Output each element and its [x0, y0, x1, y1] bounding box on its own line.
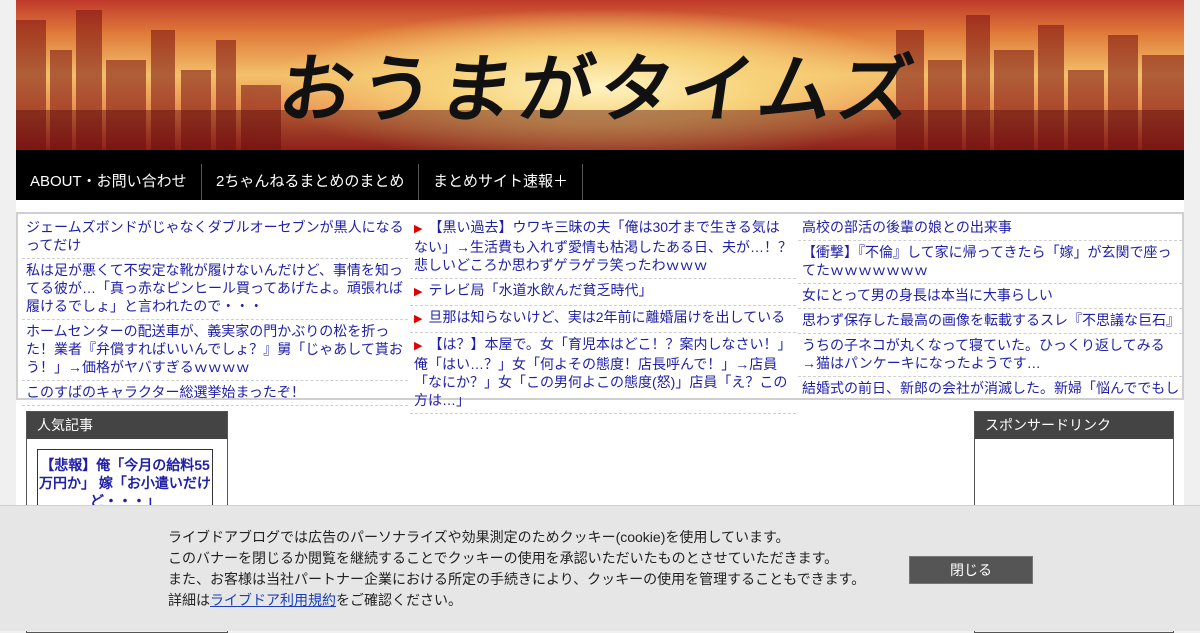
red-arrow-icon: ▶: [414, 340, 423, 352]
headline-link[interactable]: ▶ テレビ局「水道水飲んだ貧乏時代」: [410, 279, 796, 306]
red-arrow-icon: ▶: [414, 223, 423, 235]
cookie-consent-banner: ライブドアブログでは広告のパーソナライズや効果測定のためクッキー(cookie)…: [0, 505, 1200, 631]
red-arrow-icon: ▶: [414, 286, 423, 298]
cookie-line: このバナーを閉じるか閲覧を継続することでクッキーの使用を承認いただいたものとさせ…: [168, 550, 839, 566]
cookie-notice-text: ライブドアブログでは広告のパーソナライズや効果測定のためクッキー(cookie)…: [168, 527, 865, 611]
headline-link[interactable]: ▶ 旦那は知らないけど、実は2年前に離婚届けを出している: [410, 306, 796, 333]
site-banner[interactable]: おうまがタイムズ: [16, 0, 1184, 150]
red-arrow-icon: ▶: [414, 313, 423, 325]
cookie-close-button[interactable]: 閉じる: [909, 556, 1033, 584]
headline-link[interactable]: 高校の部活の後輩の娘との出来事: [798, 216, 1182, 241]
cookie-line: また、お客様は当社パートナー企業における所定の手続きにより、クッキーの使用を管理…: [168, 571, 866, 587]
nav-item-about[interactable]: ABOUT・お問い合わせ: [16, 164, 202, 200]
headline-link[interactable]: 思わず保存した最高の画像を転載するスレ『不思議な巨石』: [798, 309, 1182, 334]
ticker-column-3: 高校の部活の後輩の娘との出来事 【衝撃】『不倫』して家に帰ってきたら「嫁」が玄関…: [798, 216, 1182, 398]
nav-item-matome-sokuho[interactable]: まとめサイト速報＋: [419, 164, 584, 200]
headline-text: テレビ局「水道水飲んだ貧乏時代」: [428, 282, 653, 298]
main-navigation: ABOUT・お問い合わせ 2ちゃんねるまとめのまとめ まとめサイト速報＋: [16, 150, 1184, 200]
headline-text: 【は？】本屋で。女「育児本はどこ！？案内しなさい！」俺「はい…？」女「何よその態…: [414, 336, 792, 408]
cookie-line: 詳細はライブドア利用規約をご確認ください。: [168, 590, 865, 611]
headline-link[interactable]: 私は足が悪くて不安定な靴が履けないんだけど、事情を知ってる彼が…「真っ赤なピンヒ…: [22, 259, 408, 320]
cookie-details-prefix: 詳細は: [168, 592, 210, 608]
headline-link[interactable]: ホームセンターの配送車が、義実家の門かぶりの松を折った！業者『弁償すればいいんで…: [22, 320, 408, 381]
ticker-column-1: ジェームズボンドがじゃなくダブルオーセブンが黒人になるってだけ 私は足が悪くて不…: [22, 216, 408, 406]
headline-ticker: ジェームズボンドがじゃなくダブルオーセブンが黒人になるってだけ 私は足が悪くて不…: [16, 212, 1184, 414]
ticker-column-2: ▶ 【黒い過去】ウワキ三昧の夫「俺は30才まで生きる気はない」→生活費も入れず愛情…: [410, 216, 796, 414]
headline-text: 【黒い過去】ウワキ三昧の夫「俺は30才まで生きる気はない」→生活費も入れず愛情も…: [414, 219, 792, 273]
nav-item-2ch-matome[interactable]: 2ちゃんねるまとめのまとめ: [202, 164, 420, 200]
popular-articles-heading: 人気記事: [27, 412, 227, 439]
headline-link[interactable]: ジェームズボンドがじゃなくダブルオーセブンが黒人になるってだけ: [22, 216, 408, 259]
headline-link[interactable]: うちの子ネコが丸くなって寝ていた。ひっくり返してみる→猫はパンケーキになったよう…: [798, 334, 1182, 377]
headline-text: 旦那は知らないけど、実は2年前に離婚届けを出している: [428, 309, 786, 325]
headline-link[interactable]: ▶ 【黒い過去】ウワキ三昧の夫「俺は30才まで生きる気はない」→生活費も入れず愛情…: [410, 216, 796, 279]
sponsored-links-heading: スポンサードリンク: [975, 412, 1173, 439]
headline-link[interactable]: 【衝撃】『不倫』して家に帰ってきたら「嫁」が玄関で座ってたｗｗｗｗｗｗｗ: [798, 241, 1182, 284]
terms-of-service-link[interactable]: ライブドア利用規約: [210, 592, 336, 608]
headline-link[interactable]: 女にとって男の身長は本当に大事らしい: [798, 284, 1182, 309]
cookie-line: ライブドアブログでは広告のパーソナライズや効果測定のためクッキー(cookie)…: [168, 529, 790, 545]
headline-link[interactable]: 結婚式の前日、新郎の会社が消滅した。新婦「悩んででもし: [798, 377, 1182, 398]
headline-link[interactable]: ▶ 【は？】本屋で。女「育児本はどこ！？案内しなさい！」俺「はい…？」女「何よその…: [410, 333, 796, 414]
headline-link[interactable]: このすばのキャラクター総選挙始まったぞ！: [22, 381, 408, 406]
site-title: おうまがタイムズ: [273, 47, 925, 133]
cookie-details-suffix: をご確認ください。: [336, 592, 462, 608]
